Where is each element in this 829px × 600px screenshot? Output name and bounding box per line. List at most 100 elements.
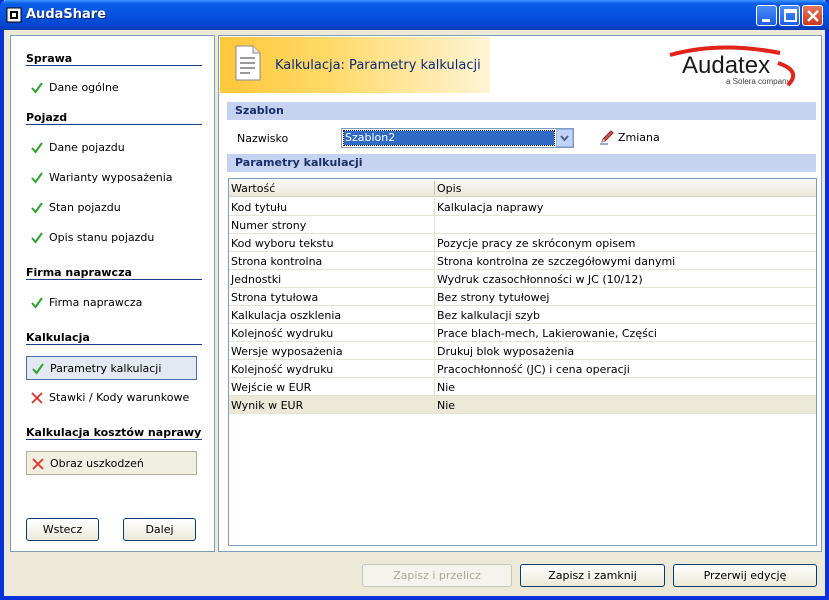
page-header: Kalkulacja: Parametry kalkulacji Audatex… (220, 37, 820, 93)
nav-item-label: Dane pojazdu (49, 141, 125, 154)
table-row[interactable]: Wersje wyposażenia Drukuj blok wyposażeni… (229, 342, 816, 360)
template-combobox[interactable]: Szablon2 (341, 128, 574, 148)
template-band: Szablon (227, 102, 816, 120)
minimize-button[interactable] (756, 5, 777, 26)
app-icon (6, 7, 22, 23)
cell-value: Strona kontrolna (231, 255, 323, 268)
section-title-pojazd: Pojazd (26, 111, 68, 124)
cell-description: Pozycje pracy ze skróconym opisem (437, 237, 636, 250)
nav-item-label: Firma naprawcza (49, 296, 143, 309)
cell-description: Drukuj blok wyposażenia (437, 345, 575, 358)
cell-separator (434, 270, 435, 288)
cell-value: Kod tytułu (231, 201, 288, 214)
nav-item-label: Stan pojazdu (49, 201, 121, 214)
table-row[interactable]: Wejście w EUR Nie (229, 378, 816, 396)
cell-separator (434, 252, 435, 270)
table-row[interactable]: Kalkulacja oszklenia Bez kalkulacji szyb (229, 306, 816, 324)
cell-description: Kalkulacja naprawy (437, 201, 544, 214)
content-panel: Kalkulacja: Parametry kalkulacji Audatex… (218, 35, 822, 552)
check-icon (31, 82, 43, 94)
save-close-button[interactable]: Zapisz i zamknij (520, 564, 665, 587)
cell-value: Strona tytułowa (231, 291, 319, 304)
cell-separator (434, 288, 435, 306)
nav-item-label: Stawki / Kody warunkowe (49, 391, 190, 404)
app-window: AudaShare Sprawa Dane ogólne Pojazd Dane… (0, 0, 829, 600)
cell-separator (434, 396, 435, 414)
back-button[interactable]: Wstecz (26, 518, 99, 541)
column-header-description[interactable]: Opis (437, 182, 461, 195)
cell-description: Bez kalkulacji szyb (437, 309, 541, 322)
check-icon (31, 232, 43, 244)
check-icon (31, 202, 43, 214)
cell-description: Strona kontrolna ze szczegółowymi danymi (437, 255, 676, 268)
close-button[interactable] (802, 5, 823, 26)
maximize-button[interactable] (779, 5, 800, 26)
table-row[interactable]: Strona tytułowa Bez strony tytułowej (229, 288, 816, 306)
nav-item-firma-naprawcza[interactable]: Firma naprawcza (26, 291, 197, 315)
check-icon (32, 363, 44, 375)
nav-item-dane-ogolne[interactable]: Dane ogólne (26, 76, 197, 100)
cross-icon (31, 392, 43, 404)
cell-separator (434, 342, 435, 360)
nav-item-opis-stanu-pojazdu[interactable]: Opis stanu pojazdu (26, 226, 197, 250)
template-selected-value: Szablon2 (343, 130, 555, 146)
table-row[interactable]: Kod tytułu Kalkulacja naprawy (229, 198, 816, 216)
cell-separator (434, 216, 435, 234)
cell-description: Wydruk czasochłonności w JC (10/12) (437, 273, 643, 286)
nav-item-label: Warianty wyposażenia (49, 171, 173, 184)
nav-item-stan-pojazdu[interactable]: Stan pojazdu (26, 196, 197, 220)
table-row[interactable]: Kolejność wydruku Prace blach-mech, Lakie… (229, 324, 816, 342)
nav-item-label: Parametry kalkulacji (50, 362, 162, 375)
section-title-firma-naprawcza: Firma naprawcza (26, 266, 132, 279)
cross-icon (32, 458, 44, 470)
cell-description: Nie (437, 399, 456, 412)
cancel-edit-button[interactable]: Przerwij edycję (673, 564, 817, 587)
nav-item-label: Obraz uszkodzeń (50, 457, 144, 470)
section-title-kalkulacja-kosztow: Kalkulacja kosztów naprawy (26, 426, 202, 439)
cell-description: Nie (437, 381, 456, 394)
svg-text:a Solera company: a Solera company (726, 77, 790, 86)
save-recalculate-button[interactable]: Zapisz i przelicz (362, 564, 512, 587)
column-separator[interactable] (434, 181, 435, 195)
navigation-panel: Sprawa Dane ogólne Pojazd Dane pojazdu W… (10, 35, 215, 552)
maximize-icon (784, 9, 797, 22)
table-row[interactable]: Numer strony (229, 216, 816, 234)
change-template-button[interactable]: Zmiana (599, 129, 669, 147)
table-row[interactable]: Jednostki Wydruk czasochłonności w JC (10… (229, 270, 816, 288)
dropdown-button[interactable] (556, 129, 573, 147)
pencil-icon (600, 130, 614, 145)
close-icon (807, 10, 819, 22)
cell-description: Pracochłonność (JC) i cena operacji (437, 363, 630, 376)
column-header-value[interactable]: Wartość (231, 182, 275, 195)
chevron-down-icon (560, 135, 569, 142)
nav-item-label: Opis stanu pojazdu (49, 231, 155, 244)
cell-separator (434, 234, 435, 252)
cell-value: Numer strony (231, 219, 307, 232)
check-icon (31, 142, 43, 154)
svg-text:Audatex: Audatex (682, 52, 770, 79)
table-row[interactable]: Wynik w EUR Nie (229, 396, 816, 414)
nav-item-parametry-kalkulacji[interactable]: Parametry kalkulacji (26, 356, 197, 380)
cell-separator (434, 360, 435, 378)
nav-item-warianty-wyposazenia[interactable]: Warianty wyposażenia (26, 166, 197, 190)
nav-item-dane-pojazdu[interactable]: Dane pojazdu (26, 136, 197, 160)
table-row[interactable]: Strona kontrolna Strona kontrolna ze szcz… (229, 252, 816, 270)
cell-description: Bez strony tytułowej (437, 291, 550, 304)
check-icon (31, 172, 43, 184)
section-divider (26, 279, 202, 280)
nav-item-stawki-kody[interactable]: Stawki / Kody warunkowe (26, 386, 197, 410)
cell-value: Kod wyboru tekstu (231, 237, 334, 250)
nav-item-label: Dane ogólne (49, 81, 119, 94)
table-row[interactable]: Kolejność wydruku Pracochłonność (JC) i c… (229, 360, 816, 378)
title-bar[interactable]: AudaShare (0, 0, 829, 30)
next-button[interactable]: Dalej (123, 518, 196, 541)
nav-item-obraz-uszkodzen[interactable]: Obraz uszkodzeń (26, 451, 197, 475)
section-divider (26, 124, 202, 125)
cell-value: Kalkulacja oszklenia (231, 309, 342, 322)
cell-value: Kolejność wydruku (231, 327, 334, 340)
audatex-logo: Audatex a Solera company (669, 45, 796, 87)
template-field-label: Nazwisko (237, 132, 289, 145)
table-row[interactable]: Kod wyboru tekstu Pozycje pracy ze skróco… (229, 234, 816, 252)
section-title-kalkulacja: Kalkulacja (26, 331, 90, 344)
cell-value: Wersje wyposażenia (231, 345, 343, 358)
